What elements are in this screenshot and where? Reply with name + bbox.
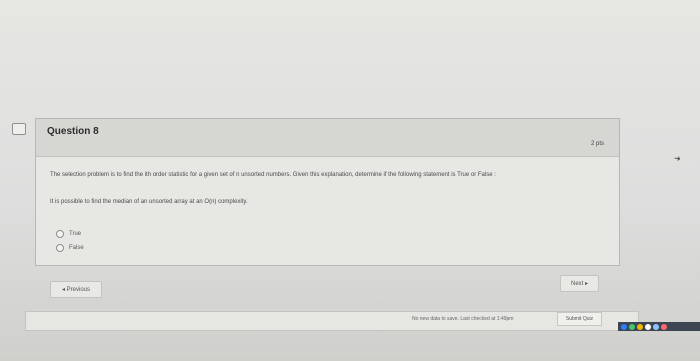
question-title: Question 8 [47,126,99,137]
question-card: Question 8 2 pts The selection problem i… [35,118,620,266]
app-icon[interactable] [661,323,667,330]
answer-option-false[interactable]: False [56,244,84,252]
app-icon[interactable] [645,323,651,330]
radio-false[interactable] [56,244,64,252]
cursor-arrow-icon: ➜ [673,153,682,164]
question-points: 2 pts [590,141,604,147]
radio-true[interactable] [56,230,64,238]
quiz-page: Question 8 2 pts The selection problem i… [0,0,700,361]
submit-quiz-button[interactable]: Submit Quiz [557,312,602,326]
app-icon[interactable] [621,323,627,330]
answer-option-true[interactable]: True [56,230,81,238]
answer-label-true: True [69,231,82,237]
flag-icon[interactable] [12,123,26,135]
question-statement: It is possible to find the median of an … [50,199,248,205]
quiz-footer [25,311,639,331]
question-header: Question 8 2 pts [36,119,619,157]
autosave-status: No new data to save. Last checked at 1:4… [412,316,514,322]
next-button[interactable]: Next ▸ [560,275,599,292]
question-prompt: The selection problem is to find the ith… [50,172,496,178]
system-tray [618,322,700,331]
app-icon[interactable] [637,323,643,330]
app-icon[interactable] [653,323,659,330]
app-icon[interactable] [629,323,635,330]
answer-label-false: False [69,245,84,251]
previous-button[interactable]: ◂ Previous [50,281,102,298]
